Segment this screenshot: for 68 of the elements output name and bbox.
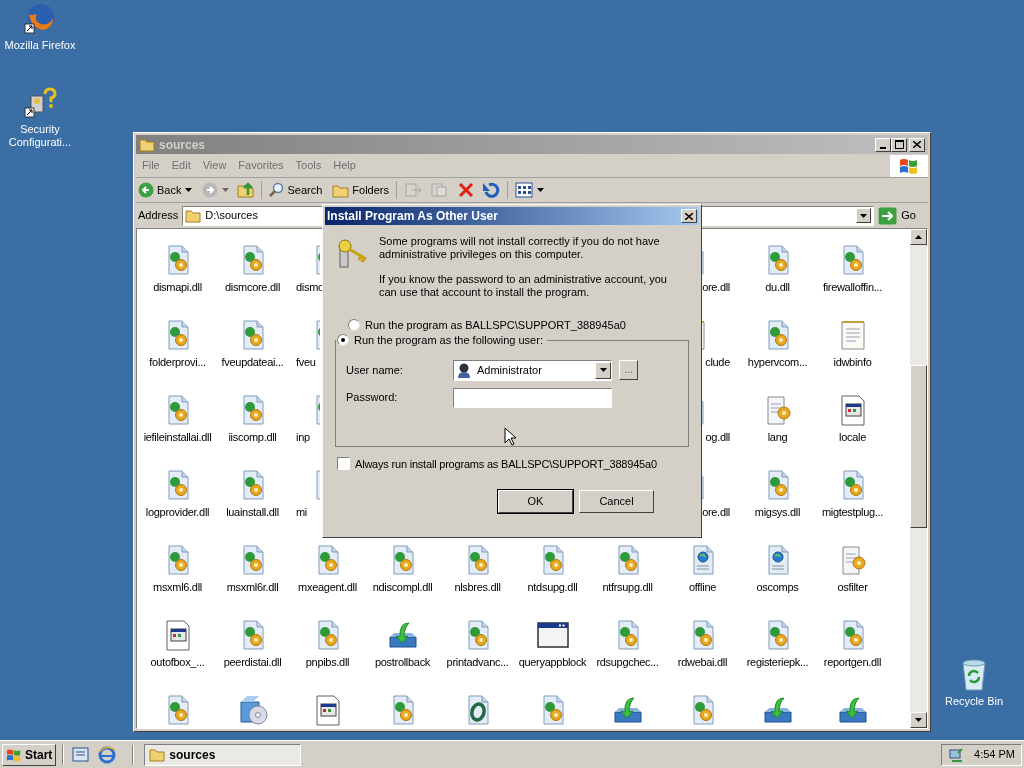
file-name[interactable]: registeriepk... [746, 655, 809, 669]
file-name[interactable]: fveupdateai... [221, 355, 284, 369]
file-name[interactable]: luainstall.dll [226, 505, 279, 519]
file-name[interactable]: lang [767, 430, 788, 444]
file-name[interactable]: nlsbres.dll [454, 580, 501, 594]
file-name[interactable]: peerdistai.dll [223, 655, 282, 669]
desktop-icon-label[interactable]: Mozilla Firefox [4, 39, 76, 52]
window-title: sources [159, 136, 206, 154]
browse-button[interactable]: ... [619, 360, 638, 380]
file-name[interactable]: reportgen.dll [823, 655, 882, 669]
file-name[interactable]: ntfrsupg.dll [602, 580, 653, 594]
user-name-combobox[interactable]: Administrator [453, 359, 612, 381]
file-name[interactable]: dismc [296, 280, 324, 294]
file-name[interactable]: ntdsupg.dll [527, 580, 578, 594]
file-name[interactable]: migsys.dll [754, 505, 801, 519]
file-name[interactable]: msxml6r.dll [226, 580, 279, 594]
dialog-title: Install Program As Other User [327, 208, 498, 225]
clock: 4:54 PM [974, 747, 1015, 763]
user-name-label: User name: [346, 362, 404, 378]
file-name[interactable]: clude [705, 355, 730, 369]
desktop-icon-label[interactable]: Security Configurati... [0, 123, 80, 149]
radio-label: Run the program as BALLSPC\SUPPORT_388945a0 [365, 318, 626, 333]
file-name[interactable]: dismapi.dll [153, 280, 202, 294]
file-name[interactable]: rdwebai.dll [677, 655, 728, 669]
file-name[interactable]: hypervcom... [747, 355, 808, 369]
file-name[interactable]: queryappblock [518, 655, 587, 669]
file-name[interactable]: mxeagent.dll [298, 580, 357, 594]
checkbox-label: Always run install programs as BALLSPC\SUPPORT_388945a0 [355, 456, 657, 472]
radio-label: Run the program as the following user: [354, 332, 543, 348]
file-name[interactable]: rdsupgchec... [596, 655, 659, 669]
file-name[interactable]: iiscomp.dll [228, 430, 277, 444]
back-button[interactable]: Back [138, 181, 182, 199]
file-name[interactable]: inp [296, 430, 310, 444]
file-name[interactable]: msxml6.dll [153, 580, 202, 594]
file-name[interactable]: ore.dll [702, 505, 730, 519]
info-text: Some programs will not install correctly if you do not have administrative privileges on this computer. [379, 235, 661, 261]
file-name[interactable]: pnpibs.dll [305, 655, 350, 669]
folders-button[interactable]: Folders [332, 181, 389, 199]
file-name[interactable]: offline [688, 580, 717, 594]
file-name[interactable]: og.dll [705, 430, 730, 444]
file-name[interactable]: postrollback [374, 655, 431, 669]
taskbar-button[interactable]: sources [144, 743, 302, 766]
file-name[interactable]: mi [296, 505, 307, 519]
address-label: Address [138, 208, 179, 224]
info-text: If you know the password to an administrative account, you can use that account to install the program. [379, 273, 668, 299]
file-name[interactable]: idwbinfo [833, 355, 872, 369]
search-button[interactable]: Search [268, 181, 323, 199]
file-name[interactable]: iefileinstallai.dll [143, 430, 212, 444]
file-name[interactable]: folderprovi... [149, 355, 206, 369]
file-name[interactable]: firewalloffin... [822, 280, 883, 294]
desktop-icon-label[interactable]: Recycle Bin [944, 695, 1004, 708]
password-label: Password: [346, 390, 399, 406]
file-name[interactable]: locale [839, 430, 866, 444]
start-button[interactable]: Start [2, 743, 57, 766]
file-name[interactable]: ndiscompl.dll [372, 580, 433, 594]
file-name[interactable]: outofbox_... [150, 655, 205, 669]
file-name[interactable]: osfilter [837, 580, 868, 594]
cancel-button[interactable]: Cancel [579, 490, 654, 513]
file-name[interactable]: ore.dll [702, 280, 730, 294]
go-button[interactable]: Go [878, 206, 926, 225]
ok-button[interactable]: OK [498, 490, 573, 513]
file-name[interactable]: migtestplug... [821, 505, 884, 519]
file-name[interactable]: logprovider.dll [145, 505, 210, 519]
file-name[interactable]: dismcore.dll [224, 280, 281, 294]
file-name[interactable]: fveu [296, 355, 316, 369]
file-name[interactable]: printadvanc... [446, 655, 509, 669]
file-name[interactable]: du.dll [765, 280, 790, 294]
file-name[interactable]: oscomps [756, 580, 799, 594]
